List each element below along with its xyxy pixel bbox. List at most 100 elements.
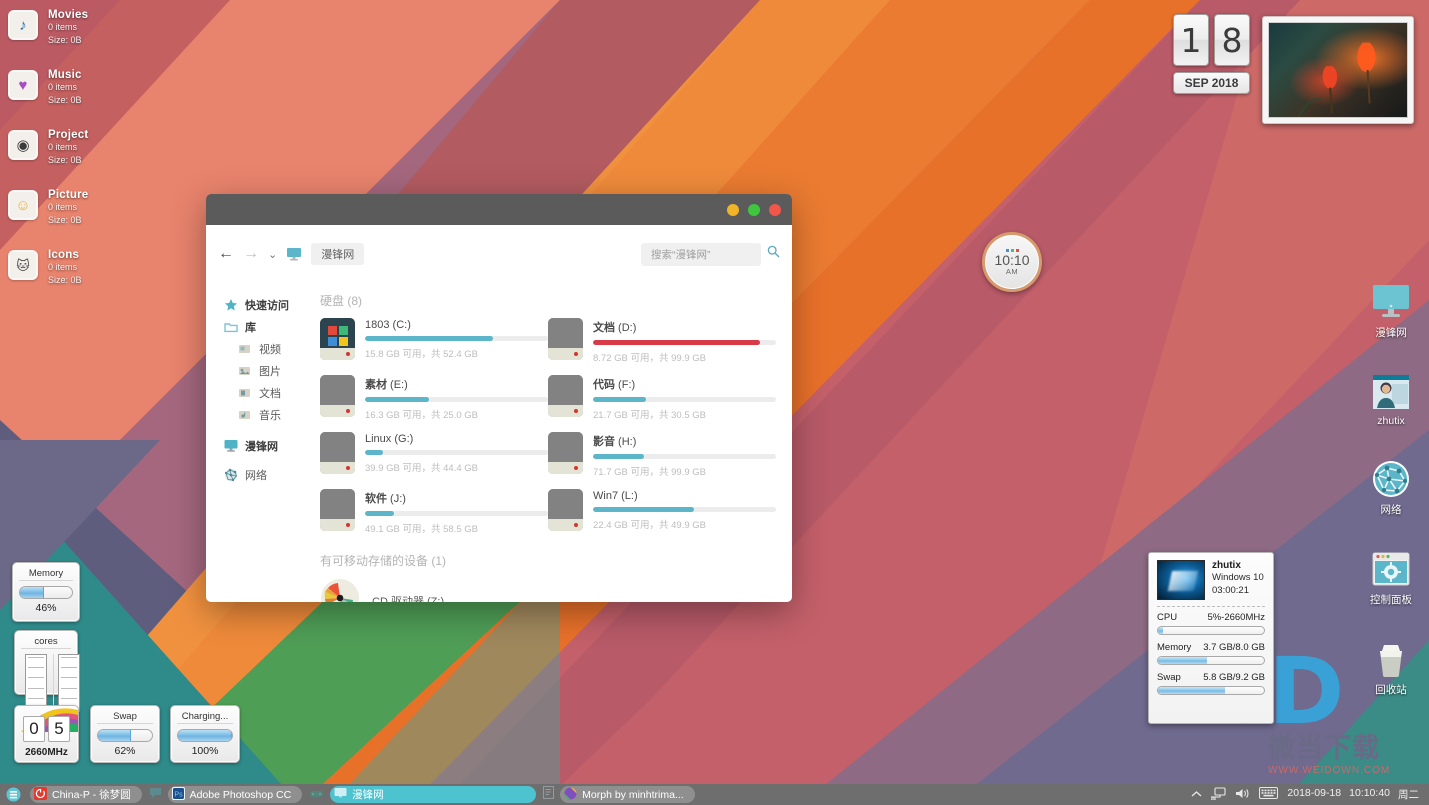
drive-item[interactable]: 影音 (H:) 71.7 GB 可用，共 99.9 GB <box>548 432 776 478</box>
desktop-icon-network[interactable]: 网络 <box>1359 459 1423 517</box>
desktop-icon-items: 0 items <box>48 262 78 272</box>
desktop-icon-project[interactable]: ◉ Project 0 items Size: 0B <box>8 124 198 184</box>
calendar-day-tens: 1 <box>1173 14 1209 66</box>
sidebar-item-videos[interactable]: 视频 <box>224 338 314 360</box>
game-controller-icon[interactable] <box>309 786 324 804</box>
clock-widget[interactable]: 10:10 AM <box>982 232 1042 292</box>
back-button[interactable]: ← <box>218 246 234 262</box>
taskbar-item-morph[interactable]: Morph by minhtrima... <box>560 786 695 803</box>
desktop-icon-this-pc[interactable]: 漫锋网 <box>1359 282 1423 340</box>
minimize-button[interactable] <box>727 203 739 216</box>
desktop: ♪ Movies 0 items Size: 0B ♥ Music 0 item… <box>0 0 1429 805</box>
desktop-icon-label: Music <box>48 69 82 81</box>
drive-item[interactable]: 文档 (D:) 8.72 GB 可用，共 99.9 GB <box>548 318 776 364</box>
desktop-icon-recycle-bin[interactable]: 回收站 <box>1359 639 1423 697</box>
maximize-button[interactable] <box>748 203 760 216</box>
desktop-icon-items: 0 items <box>48 82 78 92</box>
photo-image <box>1268 22 1408 118</box>
keyboard-icon[interactable] <box>1259 787 1279 802</box>
flip-calendar-widget[interactable]: 1 8 SEP 2018 <box>1173 14 1250 94</box>
taskbar-item-chinap[interactable]: China-P - 徐梦圆 <box>30 786 142 803</box>
battery-gadget-bar <box>177 729 233 742</box>
file-explorer-window[interactable]: ← → ⌄ 漫锋网 搜索“漫锋网” 快速访问 库 视频 图片 文档 音乐 漫锋网… <box>206 194 792 602</box>
chat-icon[interactable] <box>149 786 162 804</box>
sidebar-label: 网络 <box>245 470 267 482</box>
taskbar[interactable]: China-P - 徐梦圆 Ps Adobe Photoshop CC 漫锋网 <box>0 784 1429 805</box>
group-header-removable: 有可移动存储的设备 (1) <box>320 552 776 569</box>
cores-gadget[interactable]: cores 1 2 <box>14 630 80 724</box>
memory-gadget-title: Memory <box>19 567 73 581</box>
breadcrumb[interactable]: 漫锋网 <box>311 243 365 265</box>
system-os: Windows 10 <box>1212 572 1264 583</box>
drive-name: 软件 (J:) <box>365 493 406 505</box>
taskbar-item-label: Morph by minhtrima... <box>582 788 684 801</box>
close-button[interactable] <box>769 203 781 216</box>
taskbar-item-label: China-P - 徐梦圆 <box>52 789 131 801</box>
drive-item[interactable]: Linux (G:) 39.9 GB 可用，共 44.4 GB <box>320 432 548 478</box>
drive-usage-bar <box>593 454 776 459</box>
search-icon[interactable] <box>767 245 780 263</box>
taskbar-clock[interactable]: 2018-09-18 10:10:40 周二 <box>1287 787 1419 802</box>
star-icon <box>224 298 238 312</box>
drive-item[interactable]: 1803 (C:) 15.8 GB 可用，共 52.4 GB <box>320 318 548 364</box>
search-input[interactable]: 搜索“漫锋网” <box>641 242 761 266</box>
photo-frame-widget[interactable] <box>1262 16 1414 124</box>
desktop-icon-icons[interactable]: 🐱 Icons 0 items Size: 0B <box>8 244 198 304</box>
drive-item[interactable]: 素材 (E:) 16.3 GB 可用，共 25.0 GB <box>320 375 548 421</box>
drive-usage-bar <box>365 397 548 402</box>
explorer-sidebar: 快速访问 库 视频 图片 文档 音乐 漫锋网 网络 <box>206 270 314 602</box>
desktop-icon-label: 漫锋网 <box>1375 327 1407 339</box>
sidebar-item-pictures[interactable]: 图片 <box>224 360 314 382</box>
this-pc-icon <box>224 439 238 453</box>
drive-usage-text: 71.7 GB 可用，共 99.9 GB <box>593 467 706 478</box>
sidebar-item-network[interactable]: 网络 <box>224 464 314 486</box>
sidebar-item-documents[interactable]: 文档 <box>224 382 314 404</box>
sidebar-item-library[interactable]: 库 <box>224 316 314 338</box>
cpu-freq-gadget[interactable]: 0 5 2660MHz <box>14 705 79 763</box>
cpu-freq-label: 2660MHz <box>25 747 68 758</box>
forward-button[interactable]: → <box>243 246 259 262</box>
start-button[interactable] <box>2 785 24 804</box>
divider <box>1157 606 1265 607</box>
taskbar-item-photoshop[interactable]: Ps Adobe Photoshop CC <box>167 786 303 803</box>
notes-icon[interactable] <box>543 785 555 804</box>
library-folder-icon <box>224 320 238 334</box>
removable-drive-item[interactable]: CD 驱动器 (Z:) <box>320 578 776 602</box>
drive-item[interactable]: Win7 (L:) 22.4 GB 可用，共 49.9 GB <box>548 489 776 535</box>
desktop-icon-size: Size: 0B <box>48 35 82 45</box>
memory-gadget[interactable]: Memory 46% <box>12 562 80 622</box>
desktop-icon-label: Picture <box>48 189 89 201</box>
search-area[interactable]: 搜索“漫锋网” <box>641 242 780 266</box>
sidebar-item-quick-access[interactable]: 快速访问 <box>224 294 314 316</box>
desktop-icon-control-panel[interactable]: 控制面板 <box>1359 549 1423 607</box>
sidebar-label: 文档 <box>259 388 281 400</box>
desktop-icon-picture[interactable]: ☺ Picture 0 items Size: 0B <box>8 184 198 244</box>
battery-gadget-value: 100% <box>191 745 219 757</box>
cpu-freq-digit-1: 0 <box>23 716 45 742</box>
network-icon[interactable] <box>1210 786 1226 803</box>
swap-label: Swap <box>1157 672 1181 683</box>
drive-usage-text: 39.9 GB 可用，共 44.4 GB <box>365 463 478 474</box>
drive-usage-text: 8.72 GB 可用，共 99.9 GB <box>593 353 706 364</box>
sidebar-item-this-pc[interactable]: 漫锋网 <box>224 435 314 457</box>
drive-item[interactable]: 软件 (J:) 49.1 GB 可用，共 58.5 GB <box>320 489 548 535</box>
swap-gadget[interactable]: Swap 62% <box>90 705 160 763</box>
window-titlebar[interactable] <box>206 194 792 225</box>
drive-name: 影音 (H:) <box>593 436 637 448</box>
system-monitor-widget[interactable]: zhutix Windows 10 03:00:21 CPU 5%-2660MH… <box>1148 552 1274 724</box>
sidebar-item-music[interactable]: 音乐 <box>224 404 314 426</box>
desktop-icon-music[interactable]: ♥ Music 0 items Size: 0B <box>8 64 198 124</box>
system-uptime: 03:00:21 <box>1212 585 1249 596</box>
volume-icon[interactable] <box>1235 787 1250 803</box>
taskbar-item-explorer[interactable]: 漫锋网 <box>330 786 537 803</box>
removable-drive-label: CD 驱动器 (Z:) <box>372 595 445 603</box>
chevron-up-icon[interactable] <box>1191 789 1202 801</box>
desktop-icon-size: Size: 0B <box>48 215 82 225</box>
cpu-freq-digits: 0 5 <box>15 716 78 742</box>
chevron-down-icon[interactable]: ⌄ <box>268 248 277 261</box>
desktop-icon-user[interactable]: zhutix <box>1359 372 1423 427</box>
battery-gadget[interactable]: Charging... 100% <box>170 705 240 763</box>
desktop-icon-movies[interactable]: ♪ Movies 0 items Size: 0B <box>8 4 198 64</box>
drive-item[interactable]: 代码 (F:) 21.7 GB 可用，共 30.5 GB <box>548 375 776 421</box>
drive-usage-bar <box>593 507 776 512</box>
